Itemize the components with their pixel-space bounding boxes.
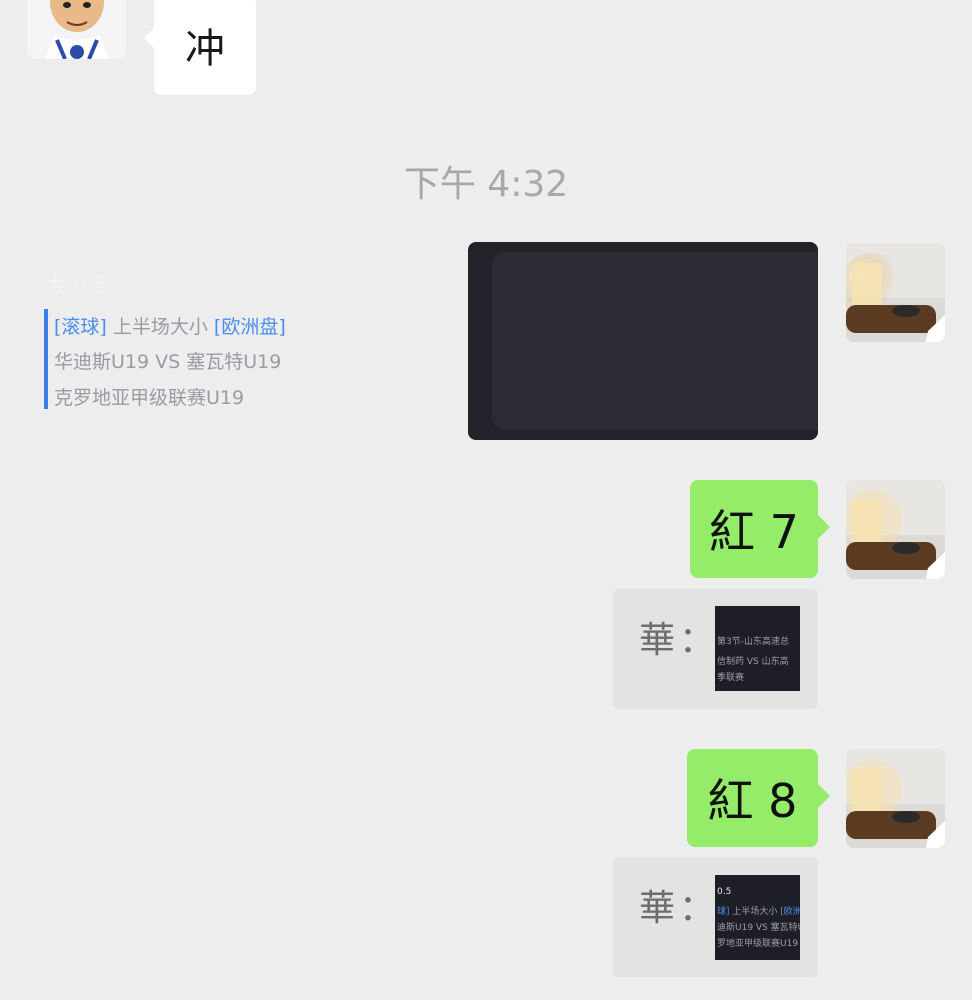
quoted-image-thumbnail[interactable]: 第3节-山东高速总 信制药 VS 山东高 季联赛	[715, 606, 800, 691]
cartoon-man-avatar-icon	[27, 0, 126, 59]
candle-lamp-avatar-icon	[846, 243, 945, 342]
odds-type-tag: [欧洲盘]	[213, 316, 286, 338]
thumb-line-2: 球] 上半场大小 [欧洲	[717, 904, 800, 917]
candle-lamp-avatar-icon	[846, 749, 945, 848]
quote-sender: 華：	[639, 620, 720, 661]
thumb-market: 上半场大小	[729, 907, 781, 917]
bet-match: 华迪斯U19 VS 塞瓦特U19	[54, 351, 282, 373]
bet-market-line: [滚球] 上半场大小 [欧洲盘]	[54, 312, 286, 339]
incoming-message-text: 冲	[185, 26, 225, 72]
bet-selection: 大 0.5	[44, 274, 108, 299]
quoted-image-thumbnail[interactable]: 0.5 球] 上半场大小 [欧洲 迪斯U19 VS 塞瓦特U1 罗地亚甲级联赛U…	[715, 875, 800, 960]
thumb-line-1: 0.5	[717, 887, 732, 897]
bet-slip-inner	[492, 252, 818, 430]
my-avatar[interactable]	[846, 749, 945, 848]
bet-market: 上半场大小	[106, 316, 214, 338]
thumb-line-3: 季联赛	[717, 673, 745, 683]
candle-lamp-avatar-icon	[846, 480, 945, 579]
thumb-line-4: 罗地亚甲级联赛U19	[717, 939, 799, 949]
outgoing-message-text: 紅 7	[709, 505, 799, 559]
live-tag: [滚球]	[54, 316, 107, 338]
quoted-message[interactable]: 華： 第3节-山东高速总 信制药 VS 山东高 季联赛	[613, 589, 818, 709]
quoted-message[interactable]: 華： 0.5 球] 上半场大小 [欧洲 迪斯U19 VS 塞瓦特U1 罗地亚甲级…	[613, 857, 818, 977]
bet-slip-card[interactable]	[468, 242, 818, 440]
my-avatar[interactable]	[846, 243, 945, 342]
outgoing-message-bubble[interactable]: 紅 7	[690, 480, 830, 578]
my-avatar[interactable]	[846, 480, 945, 579]
bet-accent-bar	[44, 309, 48, 409]
quote-sender: 華：	[639, 888, 720, 929]
outgoing-message-text: 紅 8	[707, 774, 798, 828]
incoming-message-bubble[interactable]: 冲	[144, 0, 256, 95]
contact-avatar[interactable]	[27, 0, 126, 59]
thumb-line-2: 信制药 VS 山东高	[717, 657, 789, 667]
thumb-line-3: 迪斯U19 VS 塞瓦特U1	[717, 923, 800, 933]
thumb-live-tag: 球]	[717, 907, 730, 917]
time-separator: 下午 4:32	[403, 164, 569, 205]
bet-league: 克罗地亚甲级联赛U19	[54, 387, 245, 409]
thumb-line-1: 第3节-山东高速总	[717, 637, 789, 647]
outgoing-message-bubble[interactable]: 紅 8	[687, 749, 830, 847]
thumb-odds-tag: [欧洲	[780, 907, 800, 917]
